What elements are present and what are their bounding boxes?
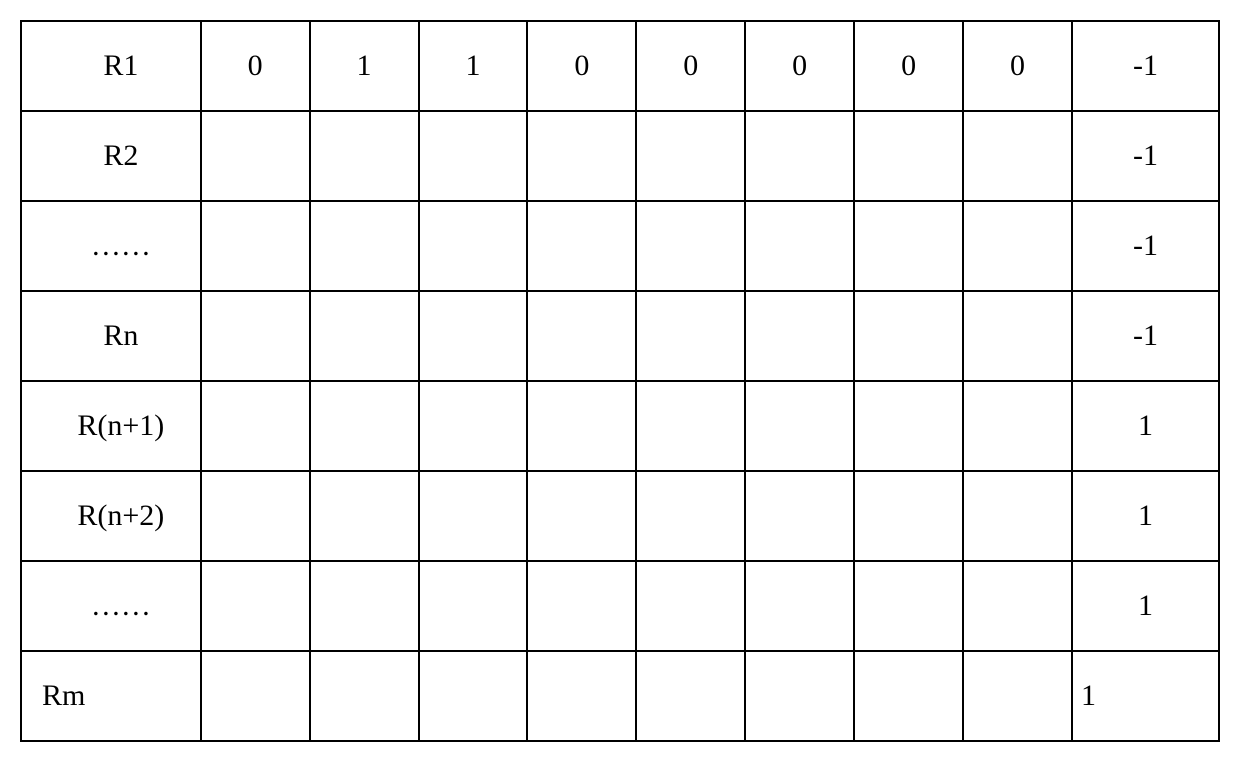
row-result: 1 — [1072, 651, 1219, 741]
table-cell — [745, 471, 854, 561]
table-cell — [310, 111, 419, 201]
table-cell — [201, 291, 310, 381]
table-cell — [854, 111, 963, 201]
table-cell — [310, 291, 419, 381]
row-label: R(n+2) — [21, 471, 201, 561]
table-row: Rn -1 — [21, 291, 1219, 381]
table-cell — [201, 111, 310, 201]
table-cell: 1 — [310, 21, 419, 111]
table-cell — [745, 291, 854, 381]
table-cell — [745, 651, 854, 741]
table-cell — [419, 201, 528, 291]
table-cell — [201, 381, 310, 471]
table-cell — [527, 381, 636, 471]
table-cell — [854, 291, 963, 381]
row-label: Rn — [21, 291, 201, 381]
table-cell — [854, 471, 963, 561]
table-cell — [745, 561, 854, 651]
table-row: R101100000-1 — [21, 21, 1219, 111]
table-cell — [745, 111, 854, 201]
table-cell: 0 — [963, 21, 1072, 111]
table-row: …… 1 — [21, 561, 1219, 651]
table-cell — [201, 201, 310, 291]
table-cell — [963, 471, 1072, 561]
table-cell — [527, 471, 636, 561]
table-cell — [419, 381, 528, 471]
table-cell — [745, 381, 854, 471]
row-result: -1 — [1072, 201, 1219, 291]
table-cell — [527, 561, 636, 651]
table-cell: 0 — [854, 21, 963, 111]
table-cell — [963, 111, 1072, 201]
table-cell — [201, 651, 310, 741]
table-row: R2 -1 — [21, 111, 1219, 201]
row-label: R2 — [21, 111, 201, 201]
table-cell: 1 — [419, 21, 528, 111]
table-cell — [419, 561, 528, 651]
table-cell — [963, 381, 1072, 471]
table-cell — [854, 381, 963, 471]
table-cell — [636, 651, 745, 741]
table-cell — [745, 201, 854, 291]
row-result: 1 — [1072, 471, 1219, 561]
table-cell — [310, 651, 419, 741]
table-cell — [963, 201, 1072, 291]
table-cell — [310, 201, 419, 291]
table-cell: 0 — [201, 21, 310, 111]
table-cell — [419, 471, 528, 561]
table-cell — [636, 561, 745, 651]
table-cell — [419, 291, 528, 381]
table-cell — [963, 651, 1072, 741]
row-label: …… — [21, 201, 201, 291]
table-cell — [963, 561, 1072, 651]
row-result: 1 — [1072, 381, 1219, 471]
table-row: R(n+1) 1 — [21, 381, 1219, 471]
table-cell — [636, 111, 745, 201]
table-cell — [419, 651, 528, 741]
table-cell — [527, 111, 636, 201]
table-cell — [310, 561, 419, 651]
table-cell: 0 — [527, 21, 636, 111]
row-result: -1 — [1072, 21, 1219, 111]
table-cell — [636, 471, 745, 561]
table-row: R(n+2) 1 — [21, 471, 1219, 561]
table-cell — [636, 291, 745, 381]
table-row: Rm 1 — [21, 651, 1219, 741]
data-table: R101100000-1R2-1……-1Rn-1R(n+1)1R(n+2)1……… — [20, 20, 1220, 742]
row-label: R(n+1) — [21, 381, 201, 471]
table-cell — [854, 201, 963, 291]
row-label: R1 — [21, 21, 201, 111]
row-label: Rm — [21, 651, 201, 741]
table-cell — [636, 201, 745, 291]
table-cell — [636, 381, 745, 471]
table-cell: 0 — [745, 21, 854, 111]
table-cell — [527, 201, 636, 291]
table-cell — [201, 561, 310, 651]
table-cell — [419, 111, 528, 201]
table-body: R101100000-1R2-1……-1Rn-1R(n+1)1R(n+2)1……… — [21, 21, 1219, 741]
row-label: …… — [21, 561, 201, 651]
table-cell: 0 — [636, 21, 745, 111]
table-cell — [527, 291, 636, 381]
table-cell — [854, 651, 963, 741]
table-cell — [310, 381, 419, 471]
table-cell — [201, 471, 310, 561]
row-result: -1 — [1072, 111, 1219, 201]
table-row: …… -1 — [21, 201, 1219, 291]
table-cell — [527, 651, 636, 741]
table-cell — [963, 291, 1072, 381]
table-cell — [854, 561, 963, 651]
table-cell — [310, 471, 419, 561]
row-result: 1 — [1072, 561, 1219, 651]
row-result: -1 — [1072, 291, 1219, 381]
